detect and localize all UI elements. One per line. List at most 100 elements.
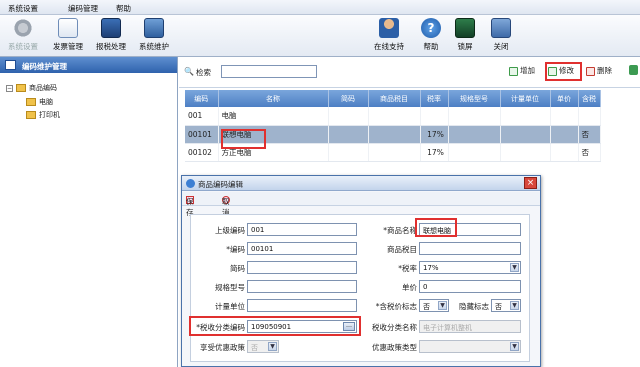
column-header[interactable]: 编码 (185, 90, 219, 107)
search-icon: 🔍 (184, 67, 194, 76)
toolbar-label: 系统设置 (8, 42, 38, 51)
tax-inclusive-label: *含税价标志 (375, 302, 417, 311)
highlight-edit (545, 62, 582, 81)
toolbar-maintenance-button[interactable]: 系统维护 (134, 18, 174, 54)
table-cell (328, 143, 369, 162)
spec-label: 规格型号 (215, 283, 245, 292)
add-icon (509, 66, 518, 76)
tax-class-name-field: 电子计算机整机 (419, 320, 521, 333)
column-header[interactable]: 名称 (218, 90, 329, 107)
toolbar-tax-report-button[interactable]: 报税处理 (92, 18, 130, 54)
preferential-select[interactable]: 否 ▼ (247, 340, 279, 353)
table-cell: 否 (578, 143, 601, 162)
chevron-down-icon[interactable]: ▼ (438, 301, 447, 310)
short-code-field[interactable] (247, 261, 357, 274)
menu-help[interactable]: 帮助 (116, 3, 131, 14)
toolbar-invoice-button[interactable]: 发票管理 (48, 18, 88, 54)
column-header[interactable]: 商品税目 (368, 90, 421, 107)
toolbar-label: 锁屏 (457, 42, 473, 51)
highlight-product-name (415, 218, 457, 237)
chevron-down-icon: ▼ (268, 342, 277, 351)
toolbar-label: 帮助 (423, 42, 439, 51)
parent-code-label: 上级编码 (215, 226, 245, 235)
column-header[interactable]: 含税 (578, 90, 601, 107)
tree-node-label: 电脑 (39, 98, 53, 106)
tax-rate-select[interactable]: 17% ▼ (419, 261, 521, 274)
panel-icon (5, 60, 16, 70)
toolbar-label: 系统维护 (139, 42, 169, 51)
toolbar-close-button[interactable]: 关闭 (488, 18, 514, 54)
table-cell (578, 107, 601, 126)
toolbar-label: 发票管理 (53, 42, 83, 51)
toolbar-system-settings-button[interactable]: 系统设置 (4, 18, 42, 54)
folder-icon (26, 111, 36, 119)
search-row: 🔍 检索 增加 修改 删除 (179, 57, 640, 88)
unit-price-label: 单价 (402, 283, 417, 292)
chevron-down-icon[interactable]: ▼ (510, 301, 519, 310)
sidebar: 编码维护管理 − 商品编码 电脑 打印机 (0, 57, 178, 367)
close-icon (491, 18, 511, 38)
column-header[interactable]: 单价 (550, 90, 579, 107)
table-row[interactable]: 001 电脑 (185, 107, 601, 126)
parent-code-field[interactable]: 001 (247, 223, 357, 236)
toolbar-help-button[interactable]: ? 帮助 (418, 18, 444, 54)
tree-node-computer[interactable]: 电脑 (26, 97, 53, 107)
table-cell (500, 143, 551, 162)
short-code-label: 简码 (230, 264, 245, 273)
menu-code-management[interactable]: 编码管理 (68, 3, 98, 14)
toolbar-online-support-button[interactable]: 在线支持 (370, 18, 408, 54)
preferential-type-label: 优惠政策类型 (372, 343, 417, 352)
dialog-toolbar: 保存 取消 (182, 192, 540, 217)
dialog-titlebar: 商品编码编辑 × (182, 176, 540, 191)
tree-node-label: 打印机 (39, 111, 60, 119)
tax-item-field[interactable] (419, 242, 521, 255)
chevron-down-icon[interactable]: ▼ (510, 263, 519, 272)
add-button[interactable]: 增加 (509, 65, 535, 79)
toolbar-lock-button[interactable]: 锁屏 (452, 18, 478, 54)
code-field[interactable]: 00101 (247, 242, 357, 255)
tree-node-printer[interactable]: 打印机 (26, 110, 60, 120)
folder-icon (16, 84, 26, 92)
table-cell (550, 107, 579, 126)
preferential-value: 否 (251, 344, 258, 352)
sidebar-title: 编码维护管理 (22, 62, 67, 71)
code-label: *编码 (226, 245, 245, 254)
hidden-flag-select[interactable]: 否 ▼ (491, 299, 521, 312)
tax-class-name-label: 税收分类名称 (372, 323, 417, 332)
table-cell (328, 125, 369, 144)
menu-system-settings[interactable]: 系统设置 (8, 3, 38, 14)
table-cell: 17% (420, 143, 449, 162)
dialog-title: 商品编码编辑 (198, 180, 243, 189)
gear-icon (13, 18, 33, 38)
chevron-down-icon: ▼ (510, 342, 519, 351)
unit-label: 计量单位 (215, 302, 245, 311)
tax-inclusive-select[interactable]: 否 ▼ (419, 299, 449, 312)
product-name-label: *商品名称 (383, 226, 417, 235)
table-cell: 17% (420, 125, 449, 144)
spec-field[interactable] (247, 280, 357, 293)
main-toolbar: 系统设置 发票管理 报税处理 系统维护 在线支持 ? 帮助 锁屏 关闭 (0, 15, 640, 57)
toolbar-label: 关闭 (493, 42, 509, 51)
tax-inclusive-value: 否 (423, 303, 430, 311)
column-header[interactable]: 税率 (420, 90, 449, 107)
table-cell (448, 125, 501, 144)
column-header[interactable]: 简码 (328, 90, 369, 107)
table-cell (448, 107, 501, 126)
unit-price-field[interactable]: 0 (419, 280, 521, 293)
tree-node-root[interactable]: − 商品编码 (6, 83, 57, 93)
table-cell (448, 143, 501, 162)
collapse-icon[interactable]: − (6, 84, 13, 92)
table-cell (550, 125, 579, 144)
column-header[interactable]: 规格型号 (448, 90, 501, 107)
preferential-type-select[interactable]: ▼ (419, 340, 521, 353)
print-icon[interactable] (629, 65, 638, 75)
dialog-icon (186, 179, 195, 188)
unit-field[interactable] (247, 299, 357, 312)
delete-button[interactable]: 删除 (586, 65, 612, 79)
search-input[interactable] (221, 65, 317, 78)
search-label: 检索 (196, 68, 211, 77)
dialog-close-button[interactable]: × (524, 177, 537, 189)
table-cell: 电脑 (218, 107, 329, 126)
table-cell: 否 (578, 125, 601, 144)
column-header[interactable]: 计量单位 (500, 90, 551, 107)
